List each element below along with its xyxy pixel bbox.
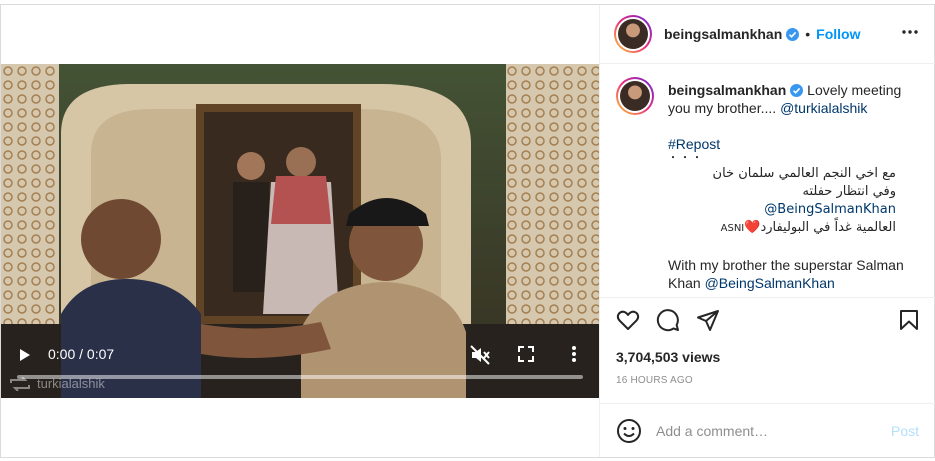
video-time: 0:00 / 0:07 — [48, 346, 115, 362]
add-comment-section: Post — [600, 403, 935, 457]
more-horizontal-icon[interactable] — [901, 29, 919, 35]
caption-arabic-line-1: مع اخي النجم العالمي سلمان خان — [712, 166, 896, 181]
caption-arabic-line-3: العالمية غداً في البوليفارد❤️ASNI — [668, 219, 896, 238]
header-username[interactable]: beingsalmankhan — [664, 26, 782, 42]
video-controls: 0:00 / 0:07 — [1, 336, 599, 376]
mention-beingsalmankhan-2[interactable]: @BeingSalmanKhan — [705, 275, 835, 291]
avatar[interactable] — [614, 15, 652, 53]
comment-bubble-icon[interactable] — [656, 308, 680, 332]
verified-badge-icon — [790, 84, 804, 97]
paper-plane-icon[interactable] — [696, 308, 720, 332]
caption-arabic-3-text: العالمية غداً في البوليفارد — [760, 220, 896, 235]
post-sidebar: beingsalmankhan • Follow beingsalmankhan — [599, 5, 935, 457]
caption-username[interactable]: beingsalmankhan — [668, 82, 786, 98]
smiley-icon[interactable] — [616, 418, 642, 444]
play-icon[interactable] — [17, 345, 33, 365]
post-comment-button[interactable]: Post — [891, 423, 919, 439]
bookmark-icon[interactable] — [897, 308, 921, 332]
caption-arabic-2-text: وفي انتظار حفلته — [802, 184, 896, 199]
speaker-muted-icon[interactable] — [469, 344, 491, 366]
follow-button[interactable]: Follow — [816, 26, 860, 42]
post-actions — [600, 297, 935, 337]
repost-icon — [10, 376, 30, 391]
fullscreen-icon[interactable] — [517, 345, 535, 363]
more-vertical-icon[interactable] — [567, 343, 581, 365]
mention-beingsalmankhan[interactable]: @BeingSalmanKhan — [764, 202, 896, 217]
comment-input[interactable] — [656, 422, 876, 439]
watermark-label: turkialalshik — [37, 376, 105, 391]
video-player[interactable]: 0:00 / 0:07 turkialalshik — [1, 64, 599, 398]
separator-dot: • — [805, 26, 811, 42]
verified-badge-icon — [786, 27, 800, 41]
post-modal: 0:00 / 0:07 turkialalshik beingsalmankha… — [0, 4, 935, 458]
video-watermark: turkialalshik — [9, 376, 105, 391]
hashtag-repost[interactable]: #Repost — [668, 135, 919, 153]
post-media: 0:00 / 0:07 turkialalshik — [1, 5, 599, 457]
post-caption: beingsalmankhan Lovely meeting you my br… — [600, 65, 935, 297]
post-timestamp[interactable]: 16 HOURS AGO — [616, 375, 693, 386]
caption-asni-tag: ASNI — [720, 223, 745, 234]
heart-icon[interactable] — [616, 308, 640, 332]
mention-turkialalshik[interactable]: @turkialalshik — [780, 100, 867, 116]
caption-avatar[interactable] — [616, 77, 654, 115]
caption-arabic-line-2: وفي انتظار حفلته @BeingSalmanKhan — [668, 183, 896, 219]
heart-emoji-icon: ❤️ — [744, 220, 761, 235]
caption-text: beingsalmankhan Lovely meeting you my br… — [668, 81, 919, 292]
caption-dots: ・・・ — [668, 153, 704, 164]
view-count[interactable]: 3,704,503 views — [616, 349, 720, 365]
post-header: beingsalmankhan • Follow — [600, 5, 935, 64]
